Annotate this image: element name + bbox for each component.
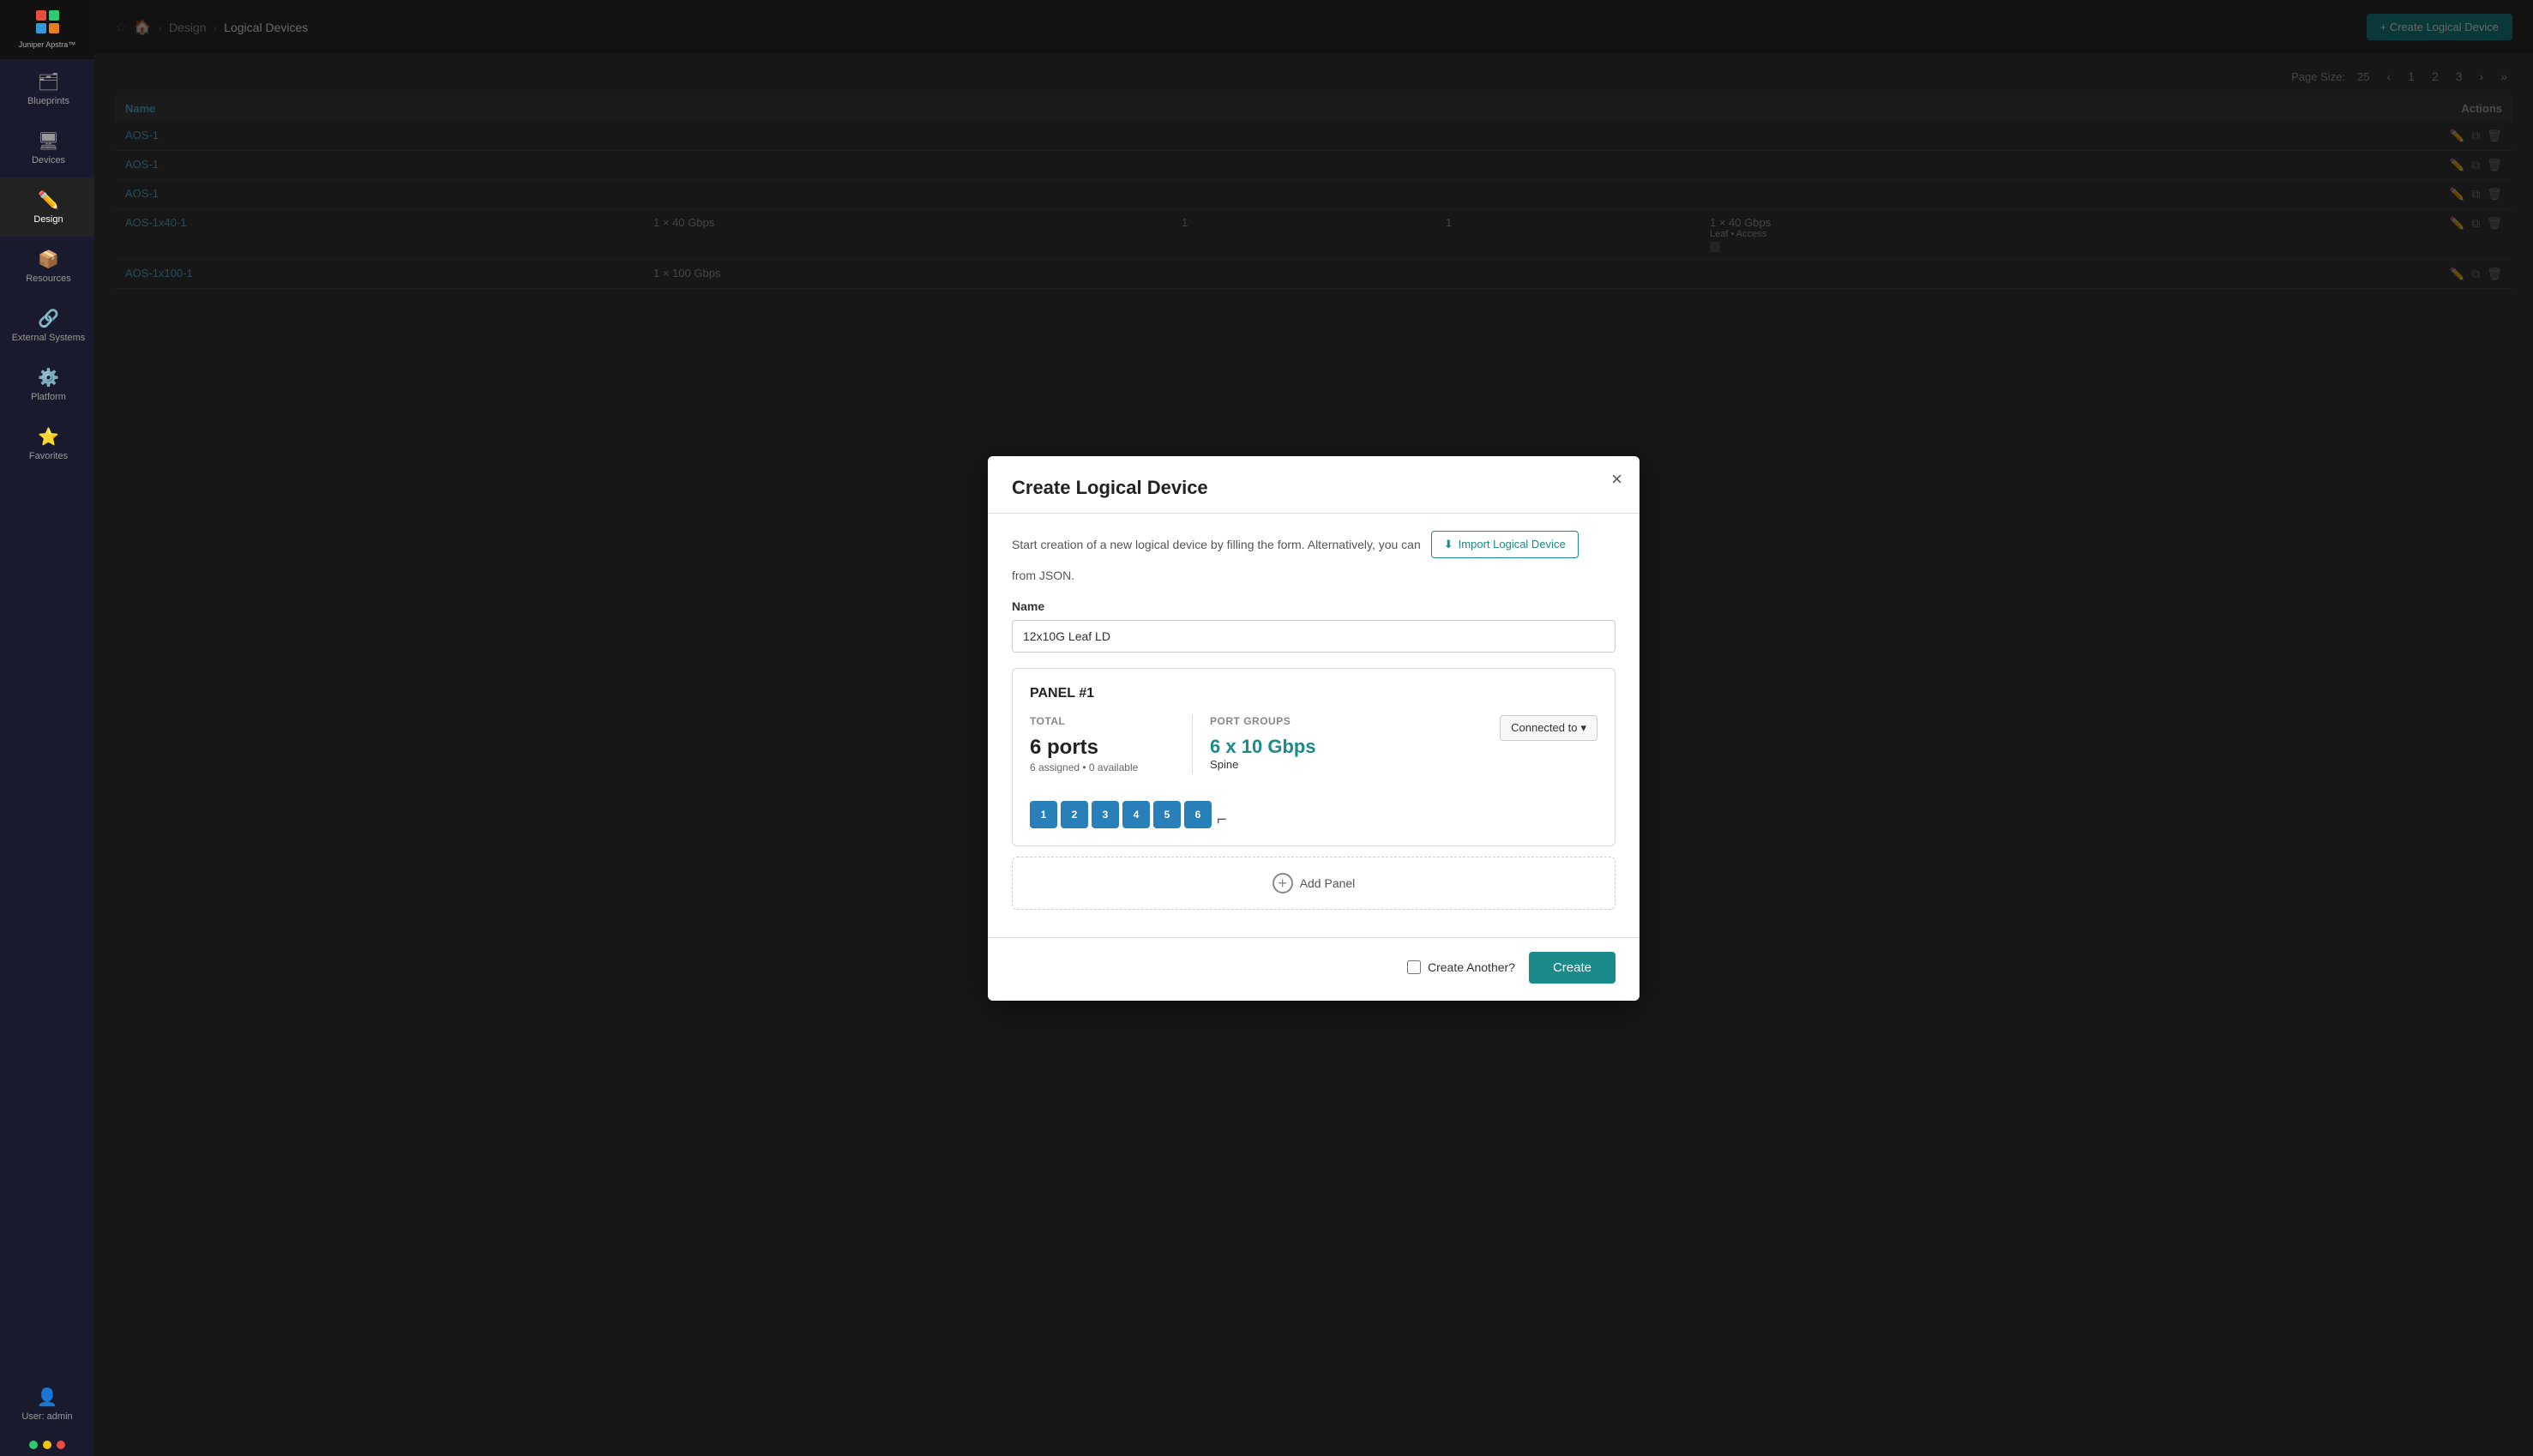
port-bracket: ⌐ <box>1217 811 1227 828</box>
app-name: Juniper Apstra™ <box>19 40 76 49</box>
logo-dot-red <box>36 10 46 21</box>
port-slots: 1 2 3 4 5 6 ⌐ <box>1030 801 1597 828</box>
import-button-label: Import Logical Device <box>1459 538 1566 551</box>
create-another-row: Create Another? <box>1407 960 1515 974</box>
import-description: Start creation of a new logical device b… <box>1012 538 1421 551</box>
panel-box: PANEL #1 TOTAL 6 ports 6 assigned • 0 av… <box>1012 668 1615 846</box>
sidebar-user: 👤 User: admin <box>0 1375 94 1434</box>
sidebar-item-blueprints[interactable]: 🗂 Blueprints <box>0 59 94 118</box>
sidebar-label-design: Design <box>33 214 63 225</box>
connected-to-label: Connected to <box>1511 721 1577 734</box>
favorites-icon: ⭐ <box>38 426 59 448</box>
port-slot-2[interactable]: 2 <box>1061 801 1088 828</box>
status-dot-yellow <box>43 1441 51 1449</box>
status-dot-green <box>29 1441 38 1449</box>
sidebar-item-design[interactable]: ✏️ Design <box>0 177 94 237</box>
user-icon: 👤 <box>37 1387 58 1408</box>
modal-overlay: Create Logical Device × Start creation o… <box>94 0 2533 1456</box>
logo-dot-orange <box>49 23 59 33</box>
port-slot-5[interactable]: 5 <box>1153 801 1181 828</box>
sidebar-item-resources[interactable]: 📦 Resources <box>0 237 94 296</box>
pg-label: PORT GROUPS <box>1210 715 1500 727</box>
port-slot-6[interactable]: 6 <box>1184 801 1212 828</box>
sidebar-item-devices[interactable]: 🖥 Devices <box>0 118 94 177</box>
add-panel-row[interactable]: + Add Panel <box>1012 857 1615 910</box>
external-systems-icon: 🔗 <box>38 308 59 329</box>
port-slot-1[interactable]: 1 <box>1030 801 1057 828</box>
total-label: TOTAL <box>1030 715 1175 727</box>
add-panel-label: Add Panel <box>1300 876 1356 890</box>
sidebar-item-favorites[interactable]: ⭐ Favorites <box>0 414 94 473</box>
main-content: ☆ 🏠 › Design › Logical Devices + Create … <box>94 0 2533 1456</box>
status-dots <box>0 1434 94 1456</box>
panel-data-cols: TOTAL 6 ports 6 assigned • 0 available P… <box>1030 715 1500 773</box>
devices-icon: 🖥 <box>38 130 59 152</box>
modal-body: Start creation of a new logical device b… <box>988 514 1640 937</box>
panel-col-pg: PORT GROUPS 6 x 10 Gbps Spine <box>1193 715 1500 773</box>
port-slot-3[interactable]: 3 <box>1092 801 1119 828</box>
port-slot-4[interactable]: 4 <box>1122 801 1150 828</box>
modal-title: Create Logical Device <box>1012 477 1615 499</box>
modal-footer: Create Another? Create <box>988 937 1640 1001</box>
import-icon: ⬇ <box>1444 538 1453 551</box>
user-label: User: admin <box>21 1411 72 1422</box>
sidebar-bottom: 👤 User: admin <box>0 1375 94 1456</box>
add-panel-button[interactable]: + Add Panel <box>1273 873 1356 893</box>
create-logical-device-modal: Create Logical Device × Start creation o… <box>988 456 1640 1001</box>
connected-to-button[interactable]: Connected to ▾ <box>1500 715 1597 741</box>
sidebar-item-external-systems[interactable]: 🔗 External Systems <box>0 296 94 355</box>
create-another-checkbox[interactable] <box>1407 960 1421 974</box>
import-row: Start creation of a new logical device b… <box>1012 531 1615 582</box>
modal-close-button[interactable]: × <box>1611 470 1622 489</box>
status-dot-red <box>57 1441 65 1449</box>
import-suffix: from JSON. <box>1012 569 1074 582</box>
panel-col-total: TOTAL 6 ports 6 assigned • 0 available <box>1030 715 1193 773</box>
sidebar-label-external-systems: External Systems <box>12 333 86 343</box>
sidebar-label-devices: Devices <box>32 155 65 165</box>
logo-dot-blue <box>36 23 46 33</box>
pg-type: Spine <box>1210 758 1500 771</box>
sidebar-label-blueprints: Blueprints <box>27 96 69 106</box>
ports-count: 6 ports <box>1030 736 1175 760</box>
chevron-down-icon: ▾ <box>1580 721 1586 735</box>
logo-grid <box>36 10 59 33</box>
modal-header: Create Logical Device × <box>988 456 1640 514</box>
resources-icon: 📦 <box>38 249 59 270</box>
panel-title: PANEL #1 <box>1030 686 1597 701</box>
app-logo: Juniper Apstra™ <box>0 0 94 59</box>
ports-assigned: 6 assigned • 0 available <box>1030 761 1175 773</box>
design-icon: ✏️ <box>38 190 59 211</box>
pg-speed: 6 x 10 Gbps <box>1210 736 1500 758</box>
name-input[interactable] <box>1012 620 1615 653</box>
sidebar-label-resources: Resources <box>26 274 71 284</box>
sidebar-item-platform[interactable]: ⚙️ Platform <box>0 355 94 414</box>
sidebar-label-favorites: Favorites <box>29 451 68 461</box>
panel-top-row: TOTAL 6 ports 6 assigned • 0 available P… <box>1030 715 1597 787</box>
add-panel-circle-icon: + <box>1273 873 1293 893</box>
create-button[interactable]: Create <box>1529 952 1615 984</box>
import-logical-device-button[interactable]: ⬇ Import Logical Device <box>1431 531 1579 558</box>
sidebar-label-platform: Platform <box>31 392 66 402</box>
logo-dot-green <box>49 10 59 21</box>
sidebar: Juniper Apstra™ 🗂 Blueprints 🖥 Devices ✏… <box>0 0 94 1456</box>
blueprints-icon: 🗂 <box>38 71 59 93</box>
create-another-label: Create Another? <box>1428 960 1515 974</box>
name-label: Name <box>1012 599 1615 613</box>
platform-icon: ⚙️ <box>38 367 59 388</box>
